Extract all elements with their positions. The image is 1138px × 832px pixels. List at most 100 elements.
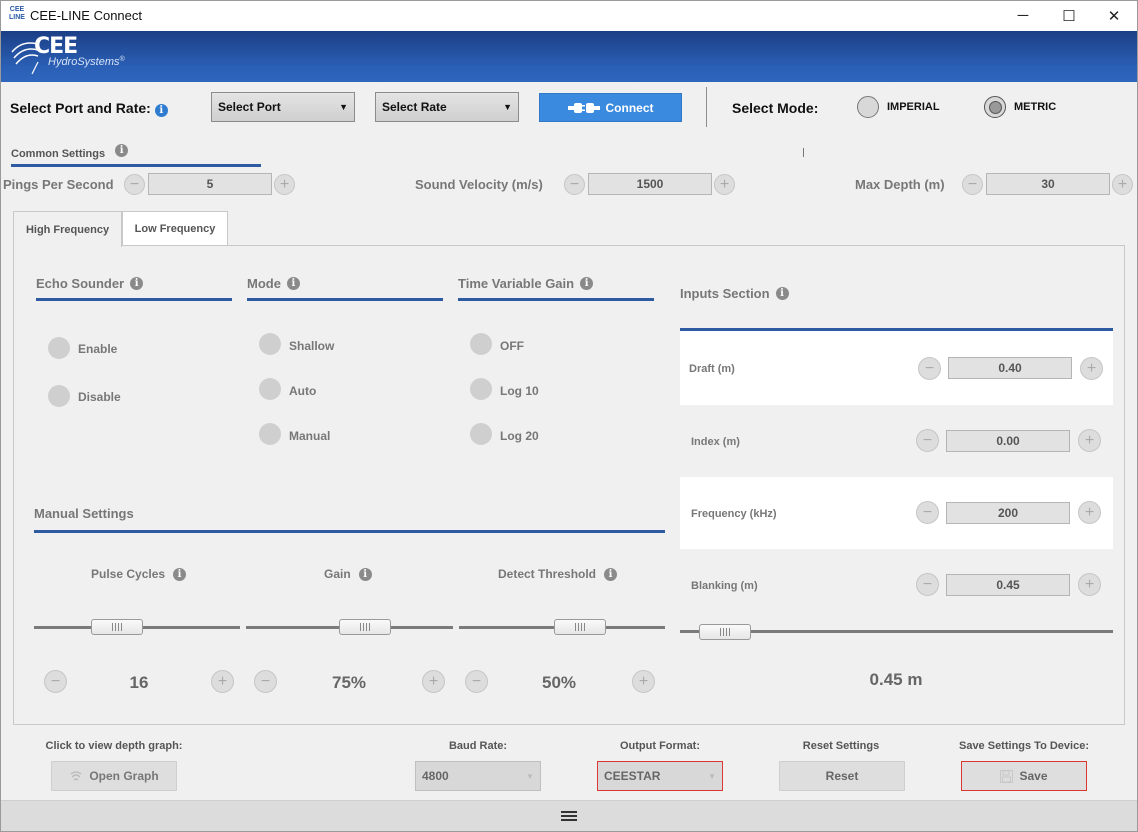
depth-plus-button[interactable]: + — [1112, 174, 1133, 195]
pulse-minus-button[interactable]: − — [44, 670, 67, 693]
frequency-field[interactable]: 200 — [946, 502, 1070, 524]
minimize-button[interactable]: ─ — [1000, 0, 1046, 31]
floppy-disk-icon — [1000, 769, 1014, 783]
metric-label: METRIC — [1014, 101, 1057, 113]
index-plus-button[interactable]: + — [1078, 429, 1101, 452]
threshold-plus-button[interactable]: + — [632, 670, 655, 693]
echo-disable-radio[interactable] — [48, 385, 70, 407]
save-label: Save Settings To Device: — [958, 740, 1089, 752]
tvg-title: Time Variable Gain i — [458, 276, 594, 291]
velocity-plus-button[interactable]: + — [714, 174, 735, 195]
graph-label: Click to view depth graph: — [45, 740, 183, 752]
info-icon[interactable]: i — [173, 567, 187, 581]
gain-plus-button[interactable]: + — [422, 670, 445, 693]
blanking-plus-button[interactable]: + — [1078, 573, 1101, 596]
tvg-off-radio[interactable] — [470, 333, 492, 355]
mode-label: Select Mode: — [732, 100, 819, 116]
gain-minus-button[interactable]: − — [254, 670, 277, 693]
gain-slider-thumb[interactable] — [339, 619, 391, 635]
maximize-button[interactable]: ☐ — [1046, 0, 1092, 31]
threshold-minus-button[interactable]: − — [465, 670, 488, 693]
manual-settings-title: Manual Settings — [34, 506, 134, 521]
depth-minus-button[interactable]: − — [962, 174, 983, 195]
inputs-section-title: Inputs Section i — [680, 286, 789, 301]
mode-auto-radio[interactable] — [259, 378, 281, 400]
pulse-value: 16 — [129, 673, 149, 692]
dropdown-arrow-icon: ▼ — [503, 102, 512, 112]
bottom-bar — [1, 800, 1137, 831]
blanking-field[interactable]: 0.45 — [946, 574, 1070, 596]
format-select[interactable]: CEESTAR ▼ — [597, 761, 723, 791]
info-icon[interactable]: i — [154, 104, 168, 117]
tab-high-frequency[interactable]: High Frequency — [13, 211, 122, 247]
depth-label: Max Depth (m) — [855, 177, 945, 192]
info-icon[interactable]: i — [286, 277, 300, 290]
imperial-label: IMPERIAL — [887, 101, 940, 113]
pings-field[interactable]: 5 — [148, 173, 272, 195]
common-settings-underline — [11, 164, 261, 167]
frequency-minus-button[interactable]: − — [916, 501, 939, 524]
baud-select[interactable]: 4800 ▼ — [415, 761, 541, 791]
draft-field[interactable]: 0.40 — [948, 357, 1072, 379]
graph-icon — [70, 771, 82, 781]
info-icon[interactable]: i — [604, 567, 618, 581]
title-bar — [0, 0, 1138, 31]
rate-select[interactable]: Select Rate ▼ — [375, 92, 519, 122]
reset-label: Reset Settings — [802, 740, 880, 752]
blanking-minus-button[interactable]: − — [916, 573, 939, 596]
manual-underline — [34, 530, 665, 533]
velocity-field[interactable]: 1500 — [588, 173, 712, 195]
metric-radio[interactable] — [984, 96, 1006, 118]
threshold-label: Detect Threshold i — [498, 567, 618, 581]
gain-label: Gain i — [324, 567, 372, 581]
index-label: Index (m) — [691, 436, 740, 448]
echo-sounder-title: Echo Sounder i — [36, 276, 144, 291]
info-icon[interactable]: i — [580, 277, 594, 290]
save-button[interactable]: Save — [961, 761, 1087, 791]
imperial-radio[interactable] — [857, 96, 879, 118]
threshold-slider-thumb[interactable] — [554, 619, 607, 635]
tvg-log20-radio[interactable] — [470, 423, 492, 445]
info-icon[interactable]: i — [358, 567, 372, 581]
brand-banner — [1, 31, 1137, 82]
mode-auto-label: Auto — [289, 384, 317, 398]
separator — [706, 87, 707, 127]
velocity-minus-button[interactable]: − — [564, 174, 585, 195]
info-icon[interactable]: i — [130, 277, 144, 290]
dropdown-arrow-icon: ▼ — [339, 102, 348, 112]
window-title: CEE-LINE Connect — [30, 8, 142, 23]
info-icon[interactable]: i — [115, 143, 129, 157]
draft-plus-button[interactable]: + — [1080, 357, 1103, 380]
mode-title: Mode i — [247, 276, 300, 291]
echo-enable-radio[interactable] — [48, 337, 70, 359]
index-minus-button[interactable]: − — [916, 429, 939, 452]
frequency-plus-button[interactable]: + — [1078, 501, 1101, 524]
pulse-plus-button[interactable]: + — [211, 670, 234, 693]
plug-icon — [567, 102, 600, 113]
index-field[interactable]: 0.00 — [946, 430, 1070, 452]
blanking-slider-thumb[interactable] — [699, 624, 752, 640]
mode-shallow-radio[interactable] — [259, 333, 281, 355]
blanking-display: 0.45 m — [869, 670, 923, 689]
tab-low-frequency[interactable]: Low Frequency — [122, 211, 228, 246]
hamburger-menu-icon[interactable] — [561, 811, 577, 821]
draft-minus-button[interactable]: − — [918, 357, 941, 380]
dropdown-arrow-icon: ▼ — [526, 771, 534, 781]
close-button[interactable]: ✕ — [1091, 0, 1137, 31]
mode-manual-radio[interactable] — [259, 423, 281, 445]
pings-minus-button[interactable]: − — [124, 174, 145, 195]
depth-field[interactable]: 30 — [986, 173, 1110, 195]
connect-button[interactable]: Connect — [539, 93, 682, 122]
pulse-slider-thumb[interactable] — [90, 619, 143, 635]
tvg-log10-radio[interactable] — [470, 378, 492, 400]
open-graph-button[interactable]: Open Graph — [51, 761, 177, 791]
reset-button[interactable]: Reset — [779, 761, 905, 791]
common-settings-title: Common Settings i — [11, 143, 129, 160]
port-rate-label: Select Port and Rate: i — [10, 100, 168, 117]
mode-manual-label: Manual — [289, 429, 331, 443]
info-icon[interactable]: i — [775, 287, 789, 300]
baud-label: Baud Rate: — [448, 740, 508, 752]
port-select[interactable]: Select Port ▼ — [211, 92, 355, 122]
format-label: Output Format: — [619, 740, 701, 752]
pings-plus-button[interactable]: + — [274, 174, 295, 195]
